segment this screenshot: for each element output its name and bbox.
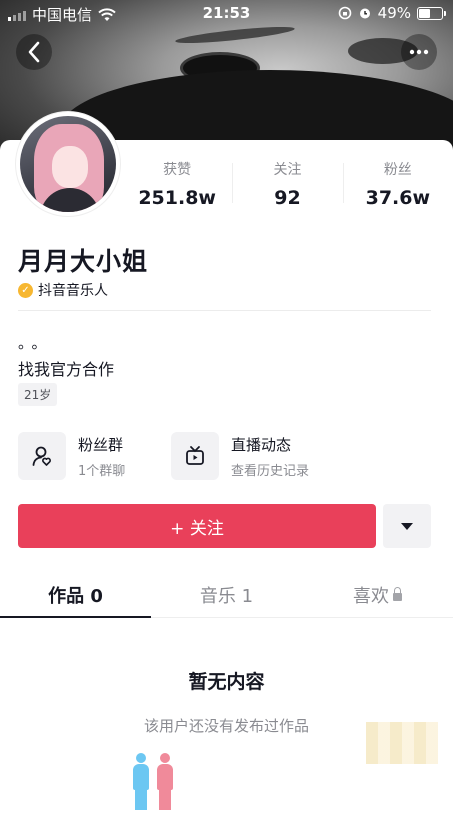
alarm-icon [359, 8, 370, 19]
figure-blue [132, 753, 150, 810]
tab-label: 音乐 1 [199, 586, 254, 607]
entry-title: 粉丝群 [78, 435, 124, 454]
avatar-face [52, 146, 88, 188]
tab-works[interactable]: 作品 0 [0, 570, 151, 618]
entry-row: 粉丝群 1个群聊 直播动态 查看历史记录 [18, 432, 438, 482]
empty-title: 暂无内容 [188, 671, 265, 693]
stat-followers[interactable]: 粉丝 37.6w [342, 155, 453, 215]
status-bar: 中国电信 21:53 49% [0, 0, 453, 28]
entry-subtitle: 1个群聊 [78, 463, 126, 479]
chevron-left-icon [28, 41, 40, 63]
entry-subtitle: 查看历史记录 [231, 463, 310, 479]
stat-label: 粉丝 [383, 162, 412, 178]
figure-pink [156, 753, 174, 810]
tab-label: 作品 0 [48, 586, 103, 607]
content-tabs: 作品 0 音乐 1 喜欢 [0, 570, 453, 618]
orientation-lock-icon [338, 6, 351, 20]
tv-icon [171, 432, 219, 480]
bio-line: 。。 [18, 334, 53, 352]
live-entry[interactable]: 直播动态 查看历史记录 [171, 432, 309, 480]
battery-icon [417, 6, 446, 20]
battery-percent: 49% [377, 4, 411, 22]
empty-illustration [132, 750, 182, 810]
verified-row: ✓ 抖音音乐人 [18, 280, 108, 300]
divider [18, 310, 431, 311]
stats-row: 获赞 251.8w 关注 92 粉丝 37.6w [122, 155, 453, 215]
tab-music[interactable]: 音乐 1 [151, 570, 302, 617]
stat-likes[interactable]: 获赞 251.8w [122, 155, 232, 215]
stat-following[interactable]: 关注 92 [232, 155, 342, 215]
status-right: 49% [338, 4, 446, 22]
back-button[interactable] [16, 34, 52, 70]
entry-title: 直播动态 [231, 435, 292, 454]
tab-likes[interactable]: 喜欢 [302, 570, 453, 617]
stat-label: 关注 [273, 162, 302, 178]
lock-icon [393, 587, 402, 601]
bio-line: 找我官方合作 [18, 360, 115, 379]
recommend-dropdown-button[interactable] [383, 504, 431, 548]
fans-group-entry[interactable]: 粉丝群 1个群聊 [18, 432, 125, 480]
more-button[interactable] [401, 34, 437, 70]
battery-fill [419, 8, 430, 18]
follow-button[interactable]: + 关注 [18, 504, 376, 548]
caret-down-icon [401, 522, 413, 530]
stat-value: 251.8w [138, 187, 216, 209]
nickname: 月月大小姐 [18, 247, 149, 276]
verified-label: 抖音音乐人 [38, 283, 108, 299]
stat-value: 92 [274, 187, 301, 209]
verified-badge-icon: ✓ [18, 282, 33, 298]
stat-value: 37.6w [365, 187, 431, 209]
avatar-image [20, 116, 116, 212]
stat-label: 获赞 [163, 162, 192, 178]
age-tag: 21岁 [18, 383, 58, 406]
tab-label: 喜欢 [353, 586, 389, 607]
user-heart-icon [18, 432, 66, 480]
blurred-watermark [366, 722, 438, 764]
follow-label: + 关注 [170, 518, 224, 539]
avatar[interactable] [16, 112, 120, 216]
more-icon [409, 49, 429, 55]
